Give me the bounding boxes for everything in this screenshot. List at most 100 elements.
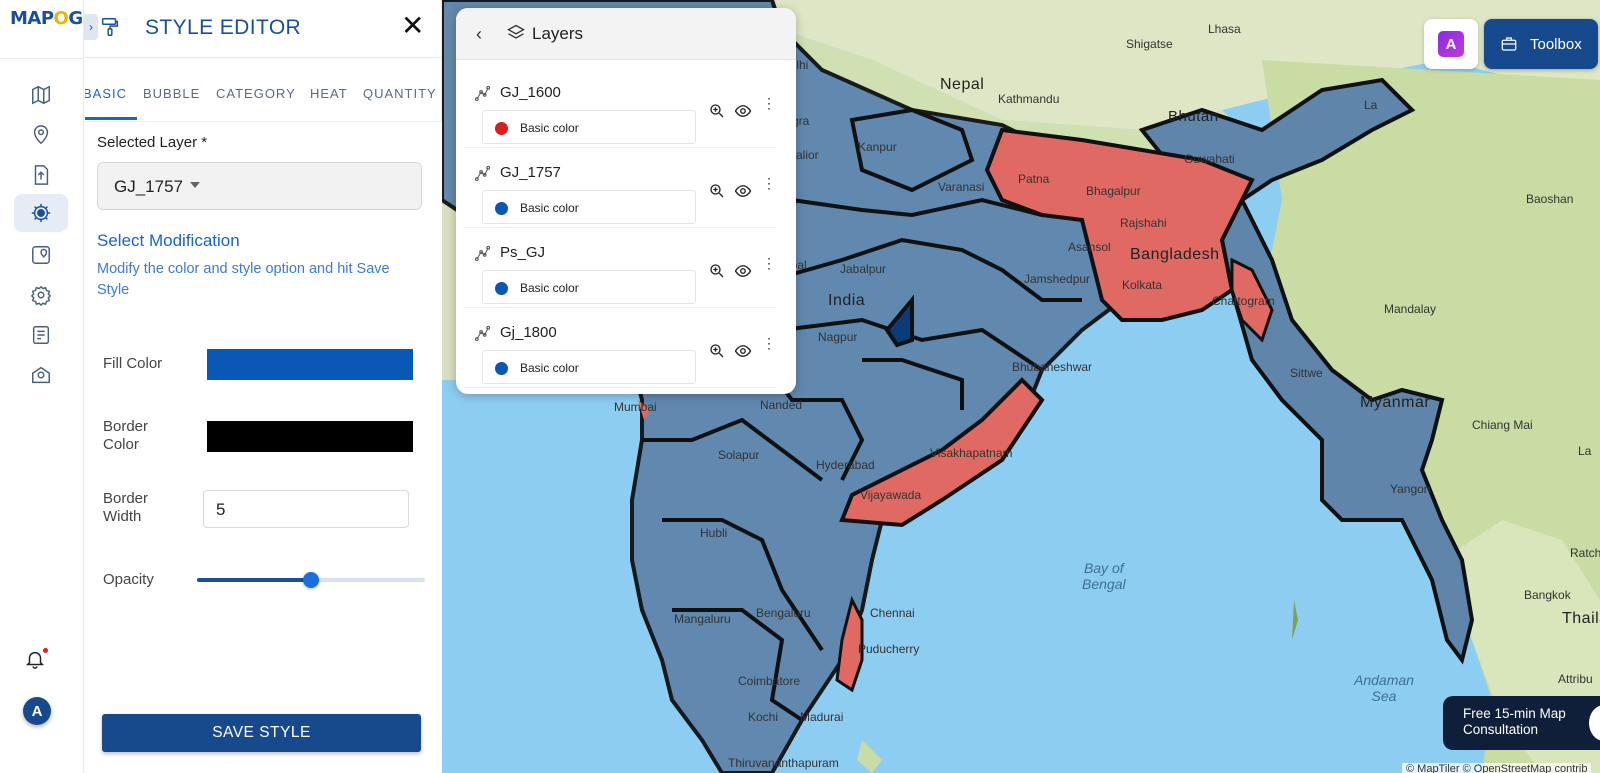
map-label-la: La bbox=[1578, 444, 1592, 458]
selected-layer-label: Selected Layer * bbox=[97, 134, 208, 151]
layer-item[interactable]: Ps_GJ Basic color ⋮ bbox=[464, 228, 776, 308]
map-label-rajshahi: Rajshahi bbox=[1120, 216, 1167, 230]
layer-item[interactable]: GJ_1600 Basic color ⋮ bbox=[464, 68, 776, 148]
rail-toggle-button[interactable]: › bbox=[84, 14, 98, 40]
map-label-bhagalpur: Bhagalpur bbox=[1086, 184, 1141, 198]
layer-item[interactable]: GJ_1757 Basic color ⋮ bbox=[464, 148, 776, 228]
opacity-label: Opacity bbox=[103, 571, 154, 588]
map-marker-icon bbox=[32, 246, 50, 264]
map-label-chiang-mai: Chiang Mai bbox=[1472, 418, 1533, 432]
map-label-kanpur: Kanpur bbox=[858, 140, 897, 154]
map-label-hubli: Hubli bbox=[700, 526, 728, 540]
avatar[interactable]: A bbox=[23, 697, 51, 725]
rail-marker-button[interactable] bbox=[14, 236, 68, 274]
layer-color-box[interactable]: Basic color bbox=[482, 350, 696, 384]
notifications-button[interactable] bbox=[24, 648, 50, 674]
vector-layer-icon bbox=[474, 245, 492, 263]
style-editor-title: STYLE EDITOR bbox=[145, 16, 302, 39]
location-pin-icon bbox=[33, 125, 49, 145]
map-label-thailand: Thaila bbox=[1562, 610, 1600, 627]
zoom-in-icon[interactable] bbox=[708, 102, 726, 120]
eye-icon[interactable] bbox=[734, 182, 754, 200]
zoom-in-icon[interactable] bbox=[708, 262, 726, 280]
map-label-baoshan: Baoshan bbox=[1526, 192, 1574, 206]
layer-name: Gj_1800 bbox=[500, 324, 557, 341]
tab-bubble[interactable]: BUBBLE bbox=[143, 86, 200, 101]
map-label-bangkok: Bangkok bbox=[1524, 588, 1571, 602]
opacity-slider-thumb[interactable] bbox=[303, 572, 319, 588]
tab-basic[interactable]: BASIC bbox=[85, 86, 127, 101]
layer-color-label: Basic color bbox=[520, 201, 579, 215]
eye-icon[interactable] bbox=[734, 342, 754, 360]
rail-report-button[interactable] bbox=[14, 316, 68, 354]
caret-down-icon bbox=[190, 182, 200, 188]
map-label-vijayawada: Vijayawada bbox=[860, 488, 922, 502]
layer-color-label: Basic color bbox=[520, 281, 579, 295]
layer-color-box[interactable]: Basic color bbox=[482, 190, 696, 224]
map-label-andaman-sea: Andaman Sea bbox=[1354, 672, 1414, 704]
rail-style-button[interactable] bbox=[14, 194, 68, 232]
rail-map-button[interactable] bbox=[14, 76, 68, 114]
border-color-swatch[interactable] bbox=[207, 421, 413, 452]
map-label-nagpur: Nagpur bbox=[818, 330, 858, 344]
consultation-banner[interactable]: Free 15-min Map Consultation bbox=[1443, 696, 1600, 750]
andaman-line2: Sea bbox=[1371, 688, 1397, 704]
layers-icon bbox=[506, 23, 528, 45]
selected-layer-select[interactable]: GJ_1757 bbox=[97, 162, 422, 210]
fill-color-swatch[interactable] bbox=[207, 349, 413, 380]
map-label-bhutan: Bhutan bbox=[1168, 108, 1219, 125]
layers-panel: ‹ Layers GJ_1600 Basic color ⋮ GJ_1757 Basic… bbox=[456, 8, 796, 394]
back-chevron-icon[interactable]: ‹ bbox=[476, 24, 482, 45]
bay-of-bengal-line2: Bengal bbox=[1082, 576, 1126, 592]
map-label-mangaluru: Mangaluru bbox=[674, 612, 731, 626]
ai-button[interactable]: A bbox=[1424, 19, 1478, 69]
zoom-in-icon[interactable] bbox=[708, 342, 726, 360]
more-vertical-icon[interactable]: ⋮ bbox=[762, 96, 776, 120]
rail-location-button[interactable] bbox=[14, 116, 68, 154]
map-label-hyderabad: Hyderabad bbox=[816, 458, 875, 472]
map-label-ratch: Ratch bbox=[1570, 546, 1600, 560]
close-icon[interactable]: ✕ bbox=[401, 12, 424, 40]
tab-quantity[interactable]: QUANTITY bbox=[363, 86, 437, 101]
logo[interactable]: MAPOG bbox=[10, 8, 83, 29]
layer-color-box[interactable]: Basic color bbox=[482, 110, 696, 144]
map-label-nepal: Nepal bbox=[940, 76, 985, 93]
map-label-visakhapatnam: Visakhapatnam bbox=[930, 446, 1013, 460]
layer-color-dot bbox=[495, 362, 508, 375]
map-label-kolkata: Kolkata bbox=[1122, 278, 1163, 292]
toolbox-button[interactable]: Toolbox bbox=[1484, 19, 1598, 69]
map-icon bbox=[32, 85, 50, 105]
rail-upload-button[interactable] bbox=[14, 156, 68, 194]
map-label-patna: Patna bbox=[1018, 172, 1050, 186]
border-width-input[interactable]: 5 bbox=[203, 490, 409, 528]
more-vertical-icon[interactable]: ⋮ bbox=[762, 176, 776, 200]
map-attribution[interactable]: © MapTiler © OpenStreetMap contrib bbox=[1402, 763, 1592, 773]
layers-header: ‹ Layers bbox=[456, 8, 796, 60]
layer-item[interactable]: Gj_1800 Basic color ⋮ bbox=[464, 308, 776, 388]
save-style-button[interactable]: SAVE STYLE bbox=[102, 714, 421, 752]
logo-text-o: O bbox=[53, 8, 69, 29]
tab-category[interactable]: CATEGORY bbox=[216, 86, 296, 101]
tab-heat[interactable]: HEAT bbox=[310, 86, 348, 101]
zoom-in-icon[interactable] bbox=[708, 182, 726, 200]
settings-icon bbox=[30, 285, 52, 306]
eye-icon[interactable] bbox=[734, 262, 754, 280]
map-pin-circle-icon bbox=[32, 366, 50, 384]
opacity-slider[interactable] bbox=[197, 572, 425, 588]
layer-color-dot bbox=[495, 122, 508, 135]
map-label-coimbatore: Coimbatore bbox=[738, 674, 801, 688]
layer-color-box[interactable]: Basic color bbox=[482, 270, 696, 304]
map-label-bhubaneswar: Bhubaneshwar bbox=[1012, 360, 1093, 374]
consultation-line1: Free 15-min Map bbox=[1463, 706, 1566, 721]
rail-settings-button[interactable] bbox=[14, 276, 68, 314]
map-label-madurai: Madurai bbox=[800, 710, 844, 724]
andaman-island bbox=[1292, 600, 1298, 640]
rail-locate-button[interactable] bbox=[14, 356, 68, 394]
map-label-lhasa: Lhasa bbox=[1208, 22, 1241, 36]
more-vertical-icon[interactable]: ⋮ bbox=[762, 336, 776, 360]
eye-icon[interactable] bbox=[734, 102, 754, 120]
border-color-label-line2: Color bbox=[103, 436, 139, 453]
gear-icon bbox=[31, 203, 51, 223]
more-vertical-icon[interactable]: ⋮ bbox=[762, 256, 776, 280]
vector-layer-icon bbox=[474, 85, 492, 103]
